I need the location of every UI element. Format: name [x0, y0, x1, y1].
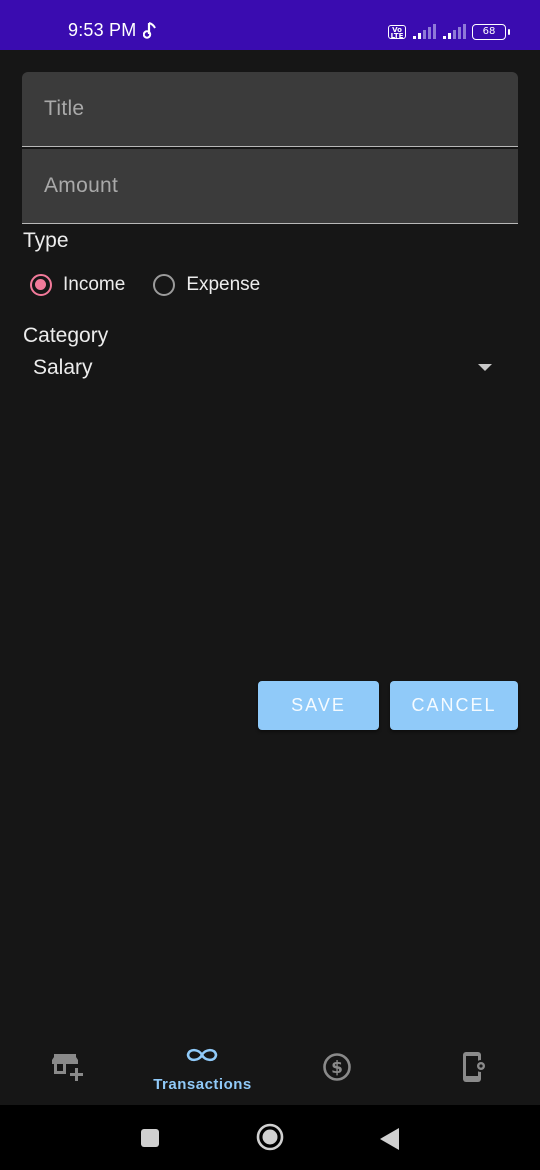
- screen: 9:53 PM Vo LTE 68 Title Amount Type Inco…: [0, 0, 540, 1170]
- nav-item-budget[interactable]: $: [270, 1030, 405, 1105]
- signal-icon: [413, 24, 436, 39]
- nav-item-add-store[interactable]: [0, 1030, 135, 1105]
- music-note-icon: [143, 22, 156, 39]
- battery-icon: 68: [472, 24, 510, 40]
- phone-settings-icon[interactable]: [461, 1050, 489, 1084]
- nav-item-settings[interactable]: [405, 1030, 540, 1105]
- radio-income[interactable]: Income: [30, 274, 125, 296]
- category-label: Category: [23, 324, 109, 347]
- dropdown-arrow-icon[interactable]: [478, 364, 492, 371]
- title-input[interactable]: [22, 72, 518, 146]
- status-icons: Vo LTE 68: [388, 22, 510, 42]
- type-label: Type: [23, 229, 69, 252]
- save-button[interactable]: SAVE: [258, 681, 379, 730]
- radio-expense[interactable]: Expense: [153, 274, 260, 296]
- signal-icon-2: [443, 24, 466, 39]
- bottom-navigation: Transactions $: [0, 1030, 540, 1105]
- title-field[interactable]: [22, 72, 518, 147]
- amount-field[interactable]: [22, 149, 518, 224]
- dollar-circle-icon[interactable]: $: [322, 1052, 352, 1082]
- home-icon[interactable]: [256, 1123, 284, 1151]
- radio-income-label[interactable]: Income: [63, 274, 125, 296]
- radio-expense-label[interactable]: Expense: [186, 274, 260, 296]
- status-time: 9:53 PM: [68, 20, 137, 40]
- infinity-icon[interactable]: [185, 1046, 219, 1064]
- back-icon[interactable]: [379, 1127, 401, 1151]
- category-dropdown[interactable]: Salary: [22, 350, 518, 386]
- cancel-button[interactable]: CANCEL: [390, 681, 518, 730]
- category-value[interactable]: Salary: [33, 356, 93, 380]
- radio-expense-circle[interactable]: [153, 274, 176, 296]
- nav-item-transactions[interactable]: Transactions: [135, 1030, 270, 1105]
- volte-icon: Vo LTE: [388, 25, 406, 40]
- status-bar: 9:53 PM Vo LTE 68: [0, 0, 540, 50]
- svg-text:$: $: [331, 1058, 343, 1078]
- system-navigation-bar: [0, 1105, 540, 1170]
- radio-income-circle[interactable]: [30, 274, 52, 296]
- battery-level: 68: [482, 26, 496, 37]
- recents-icon[interactable]: [140, 1128, 160, 1148]
- type-radio-group: Income Expense: [30, 274, 260, 296]
- add-store-icon[interactable]: [51, 1053, 85, 1083]
- nav-label-transactions[interactable]: Transactions: [135, 1076, 270, 1093]
- amount-input[interactable]: [22, 149, 518, 223]
